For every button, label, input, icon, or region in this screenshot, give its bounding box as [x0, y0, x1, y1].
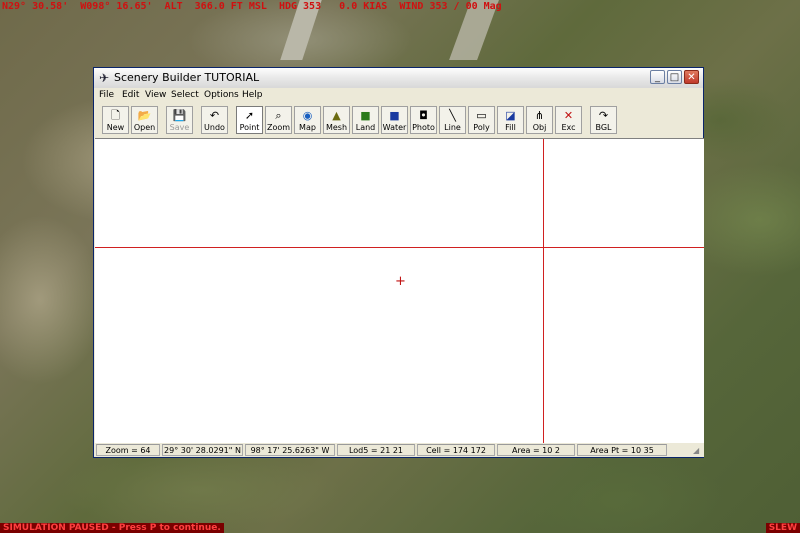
grid-line-vertical — [543, 139, 544, 443]
bgl-label: BGL — [595, 123, 612, 132]
zoom-tool-button[interactable]: ⌕ Zoom — [265, 106, 292, 134]
slew-indicator: SLEW — [765, 523, 800, 533]
line-icon: ╲ — [449, 109, 456, 122]
pointer-icon: ➚ — [244, 109, 255, 122]
bgl-button[interactable]: ↷ BGL — [590, 106, 617, 134]
fill-button[interactable]: ◪ Fill — [497, 106, 524, 134]
globe-icon: ◉ — [302, 109, 313, 122]
water-icon: ■ — [389, 109, 400, 122]
undo-label: Undo — [204, 123, 225, 132]
crosshair-icon: + — [395, 274, 406, 289]
mesh-button[interactable]: ▲ Mesh — [323, 106, 350, 134]
menu-select[interactable]: Select — [171, 90, 199, 100]
point-label: Point — [239, 123, 260, 132]
polygon-icon: ▭ — [476, 109, 487, 122]
poly-label: Poly — [473, 123, 490, 132]
water-label: Water — [382, 123, 407, 132]
open-button[interactable]: 📂 Open — [131, 106, 158, 134]
sim-hud-readout: N29° 30.58' W098° 16.65' ALT 366.0 FT MS… — [2, 1, 502, 12]
save-label: Save — [169, 123, 190, 132]
scenery-builder-window: ✈ Scenery Builder TUTORIAL _ □ ✕ File Ed… — [93, 67, 704, 458]
maximize-button[interactable]: □ — [667, 70, 682, 84]
line-label: Line — [444, 123, 461, 132]
menu-options[interactable]: Options — [204, 90, 239, 100]
simulation-paused-banner: SIMULATION PAUSED - Press P to continue. — [0, 523, 224, 533]
status-longitude: 98° 17' 25.6263" W — [245, 444, 335, 456]
poly-button[interactable]: ▭ Poly — [468, 106, 495, 134]
zoom-label: Zoom — [266, 123, 291, 132]
new-icon: 🗋 — [111, 109, 120, 122]
menu-edit[interactable]: Edit — [122, 90, 139, 100]
save-icon: 💾 — [172, 109, 187, 122]
undo-icon: ↶ — [209, 109, 220, 122]
undo-button[interactable]: ↶ Undo — [201, 106, 228, 134]
status-area-point: Area Pt = 10 35 — [577, 444, 667, 456]
close-button[interactable]: ✕ — [684, 70, 699, 84]
mesh-label: Mesh — [325, 123, 348, 132]
photo-label: Photo — [412, 123, 435, 132]
objects-icon: ⋔ — [534, 109, 545, 122]
status-cell: Cell = 174 172 — [417, 444, 495, 456]
status-bar: Zoom = 64 29° 30' 28.0291" N 98° 17' 25.… — [95, 443, 704, 457]
open-label: Open — [133, 123, 156, 132]
menu-view[interactable]: View — [145, 90, 166, 100]
plane-icon: ✈ — [98, 71, 110, 85]
open-icon: 📂 — [137, 109, 152, 122]
water-button[interactable]: ■ Water — [381, 106, 408, 134]
menu-help[interactable]: Help — [242, 90, 263, 100]
magnifier-icon: ⌕ — [275, 109, 282, 122]
fill-label: Fill — [505, 123, 516, 132]
map-label: Map — [299, 123, 316, 132]
land-icon: ■ — [360, 109, 371, 122]
new-button[interactable]: 🗋 New — [102, 106, 129, 134]
new-label: New — [106, 123, 125, 132]
minimize-button[interactable]: _ — [650, 70, 665, 84]
map-button[interactable]: ◉ Map — [294, 106, 321, 134]
status-lod: Lod5 = 21 21 — [337, 444, 415, 456]
compile-icon: ↷ — [598, 109, 609, 122]
grid-line-horizontal — [95, 247, 704, 248]
exclude-icon: ✕ — [563, 109, 574, 122]
photo-button[interactable]: ◘ Photo — [410, 106, 437, 134]
title-bar[interactable]: ✈ Scenery Builder TUTORIAL _ □ ✕ — [94, 68, 703, 88]
menu-bar: File Edit View Select Options Help — [94, 88, 703, 105]
mountain-icon: ▲ — [332, 109, 341, 122]
menu-file[interactable]: File — [99, 90, 114, 100]
save-button[interactable]: 💾 Save — [166, 106, 193, 134]
point-tool-button[interactable]: ➚ Point — [236, 106, 263, 134]
status-latitude: 29° 30' 28.0291" N — [162, 444, 243, 456]
fill-icon: ◪ — [505, 109, 516, 122]
resize-grip-icon[interactable]: ◢ — [693, 446, 702, 455]
land-button[interactable]: ■ Land — [352, 106, 379, 134]
exc-button[interactable]: ✕ Exc — [555, 106, 582, 134]
window-title: Scenery Builder TUTORIAL — [114, 71, 260, 84]
status-zoom: Zoom = 64 — [96, 444, 160, 456]
exc-label: Exc — [561, 123, 576, 132]
status-area: Area = 10 2 — [497, 444, 575, 456]
toolbar: 🗋 New 📂 Open 💾 Save ↶ Undo ➚ Point ⌕ Zoom ◉ Map… — [94, 105, 703, 137]
camera-icon: ◘ — [419, 109, 428, 122]
land-label: Land — [355, 123, 376, 132]
obj-label: Obj — [532, 123, 547, 132]
obj-button[interactable]: ⋔ Obj — [526, 106, 553, 134]
map-canvas[interactable]: + — [95, 138, 704, 443]
line-button[interactable]: ╲ Line — [439, 106, 466, 134]
